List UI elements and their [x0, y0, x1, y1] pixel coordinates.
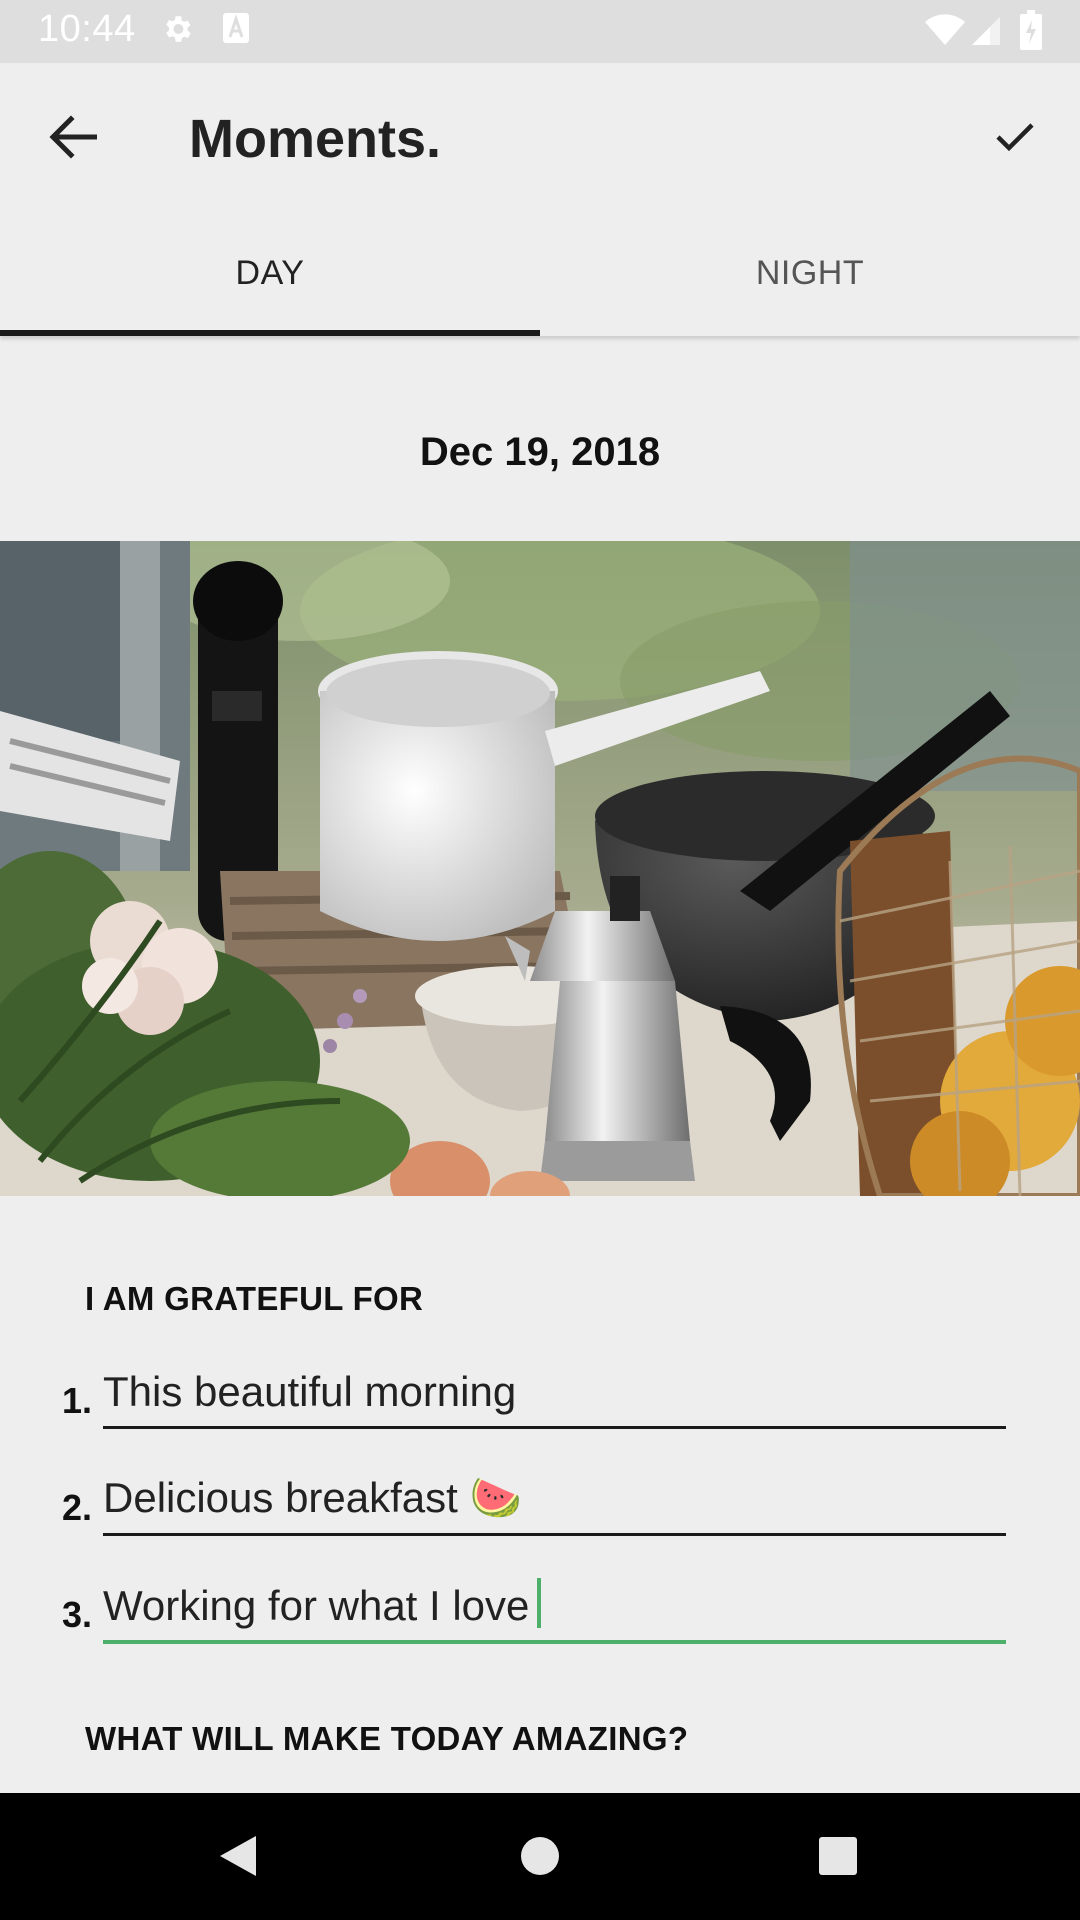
app-bar: Moments.: [0, 63, 1080, 210]
amazing-heading: WHAT WILL MAKE TODAY AMAZING?: [85, 1720, 689, 1757]
nav-recents-button[interactable]: [803, 1823, 873, 1893]
grateful-item-number: 1.: [62, 1380, 93, 1421]
nav-back-icon: [216, 1832, 260, 1885]
nav-home-button[interactable]: [505, 1823, 575, 1893]
system-nav-bar: [0, 1793, 1080, 1920]
a-icon: [222, 12, 250, 49]
entry-date: Dec 19, 2018: [419, 430, 661, 474]
grateful-item-number: 2.: [62, 1487, 93, 1528]
wifi-icon: [925, 14, 965, 51]
check-icon: [995, 121, 1035, 158]
tab-night[interactable]: NIGHT: [540, 210, 1080, 336]
nav-recents-icon: [818, 1836, 858, 1881]
grateful-item-3: 3. Working for what I love: [62, 1574, 1006, 1644]
text-cursor: [537, 1578, 542, 1628]
grateful-input-value: Working for what I love: [103, 1582, 530, 1629]
grateful-input-text-active: Working for what I love: [103, 1578, 542, 1630]
grateful-input-2[interactable]: Delicious breakfast 🍉: [103, 1467, 1006, 1536]
tab-day[interactable]: DAY: [0, 210, 540, 336]
grateful-input-text: Delicious breakfast 🍉: [103, 1474, 522, 1521]
kitchen-still-life-photo[interactable]: [0, 541, 1080, 1196]
status-time: 10:44: [38, 8, 136, 50]
gear-icon: [160, 12, 194, 51]
tab-bar: DAY NIGHT: [0, 210, 1080, 336]
battery-icon: [1020, 10, 1042, 55]
grateful-input-text: This beautiful morning: [103, 1368, 517, 1415]
signal-icon: [970, 14, 1002, 51]
arrow-left-icon: [49, 114, 98, 164]
page-title: Moments.: [189, 109, 442, 169]
tab-indicator: [0, 330, 540, 336]
grateful-heading: I AM GRATEFUL FOR: [85, 1280, 424, 1317]
grateful-input-1[interactable]: This beautiful morning: [103, 1360, 1006, 1429]
nav-home-icon: [520, 1836, 560, 1881]
grateful-item-2: 2. Delicious breakfast 🍉: [62, 1467, 1006, 1537]
grateful-item-1: 1. This beautiful morning: [62, 1360, 1006, 1430]
status-bar: 10:44: [0, 0, 1080, 63]
back-button[interactable]: [38, 109, 108, 169]
grateful-input-3[interactable]: Working for what I love: [103, 1574, 1006, 1644]
confirm-button[interactable]: [985, 109, 1045, 169]
nav-back-button[interactable]: [203, 1823, 273, 1893]
grateful-item-number: 3.: [62, 1594, 93, 1635]
